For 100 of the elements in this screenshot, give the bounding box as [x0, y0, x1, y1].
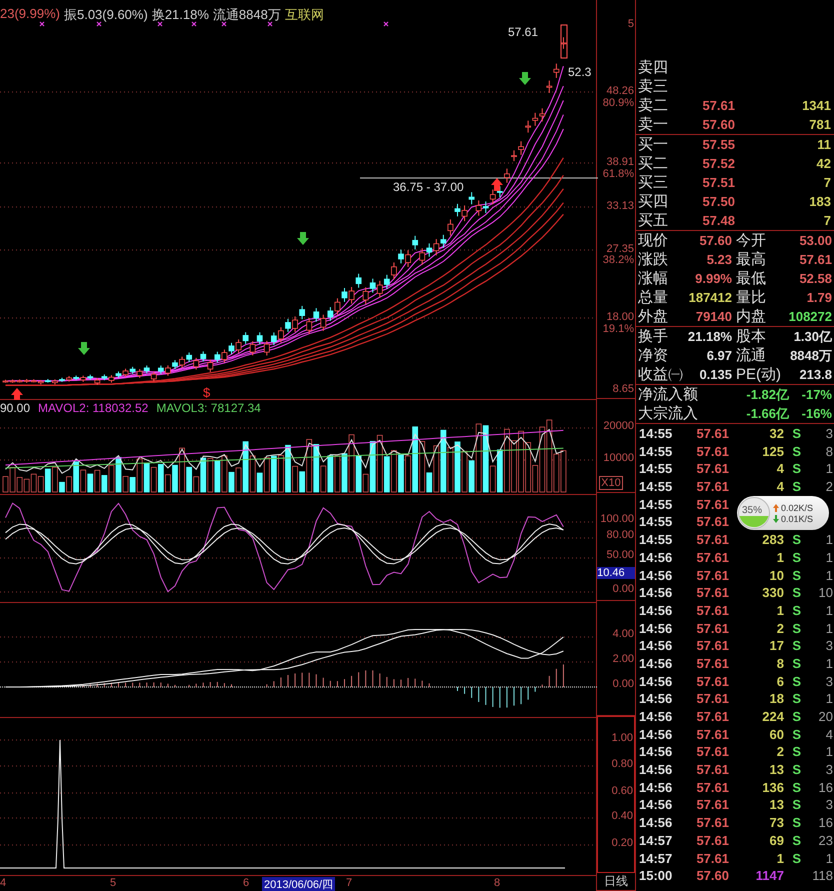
quote-value: 57.61	[799, 252, 832, 268]
tick-volume: 1147	[756, 868, 784, 884]
tick-volume: 224	[762, 709, 784, 725]
tick-time: 14:55	[639, 461, 672, 478]
fundamental-label: 净资	[638, 347, 668, 364]
bid-volume: 11	[817, 137, 831, 153]
price-axis-label: 8.65	[612, 383, 634, 396]
tick-time: 14:56	[639, 815, 672, 832]
tick-volume: 18	[770, 691, 784, 708]
macd-axis-label: 2.00	[612, 652, 634, 666]
download-rate: 0.01K/S	[781, 514, 814, 524]
bid-volume: 7	[824, 175, 831, 191]
tick-count: 1	[826, 620, 833, 637]
fundamental-value: 213.8	[799, 367, 832, 383]
tick-count: 1	[826, 744, 833, 760]
bid-level-label: 买四	[638, 193, 668, 210]
tick-price: 57.61	[696, 762, 729, 778]
quote-value: 1.79	[806, 290, 832, 306]
quote-value: 79140	[696, 309, 732, 325]
signal-axis-label: 0.20	[612, 836, 633, 850]
fundamental-value: 21.18%	[688, 329, 732, 345]
price-change-text: 23(9.99%)	[0, 6, 60, 23]
tick-count: 1	[826, 532, 833, 548]
cross-mark-icon	[96, 21, 102, 27]
tick-volume: 125	[762, 444, 784, 460]
tick-volume: 69	[770, 832, 784, 849]
quote-value: 9.99%	[695, 271, 732, 287]
tick-count: 4	[826, 726, 833, 743]
tick-price: 57.60	[696, 868, 729, 884]
ask-price: 57.61	[702, 98, 735, 114]
tick-volume: 4	[776, 461, 784, 478]
network-monitor-widget[interactable]: 35% 0.02K/S 0.01K/S	[737, 496, 829, 530]
tick-count: 3	[826, 674, 833, 690]
amplitude-text: 振5.03(9.60%)	[64, 6, 148, 24]
fundamental-label: 股本	[736, 328, 766, 345]
ask-level-label: 卖二	[638, 97, 668, 114]
flow-amount: -1.82亿	[746, 387, 789, 403]
load-gauge-icon	[738, 497, 770, 529]
x-axis-label: 8	[494, 877, 500, 889]
volume-axis-label: 10000	[603, 452, 634, 465]
ask-volume: 781	[809, 117, 831, 133]
tick-time: 14:56	[639, 674, 672, 690]
tick-volume: 73	[770, 815, 784, 832]
tick-volume: 1	[776, 602, 784, 619]
tick-volume: 4	[776, 479, 784, 496]
load-percent: 35%	[742, 505, 762, 516]
tick-volume: 2	[776, 744, 784, 760]
sector-text: 互联网	[284, 6, 324, 24]
period-label[interactable]: 日线	[604, 873, 628, 890]
tick-volume: 10	[770, 568, 784, 584]
signal-axis-label: 0.60	[612, 784, 633, 798]
tick-side: S	[792, 815, 801, 832]
tick-time: 14:55	[639, 426, 672, 442]
tick-side: S	[792, 585, 801, 602]
upload-arrow-icon	[773, 504, 779, 512]
tick-count: 2	[826, 479, 833, 496]
kdj-axis-label: 50.00	[606, 549, 634, 562]
tick-volume: 60	[770, 726, 784, 743]
download-arrow-icon	[773, 514, 779, 522]
bid-volume: 7	[824, 213, 831, 229]
ask-level-label: 卖四	[638, 59, 668, 76]
tick-volume: 136	[762, 780, 784, 796]
tick-volume: 8	[776, 656, 784, 672]
tick-volume: 2	[776, 620, 784, 637]
x-axis-label: 7	[346, 877, 352, 889]
high-price-label: 57.61	[508, 25, 538, 39]
flow-label: 净流入额	[638, 386, 698, 403]
tick-count: 3	[826, 797, 833, 814]
down-arrow-icon	[297, 232, 309, 245]
cross-mark-icon	[383, 21, 389, 27]
tick-price: 57.61	[696, 656, 729, 672]
tick-time: 14:55	[639, 514, 672, 530]
tick-count: 3	[826, 762, 833, 778]
tick-price: 57.61	[696, 674, 729, 690]
cursor-date-label: 2013/06/06/四	[262, 877, 336, 891]
flow-ratio: -17%	[802, 387, 832, 403]
macd-axis-label: 4.00	[612, 628, 634, 641]
kdj-axis-label: 0.00	[612, 583, 634, 596]
quote-label: 最低	[736, 270, 766, 287]
tick-price: 57.61	[696, 514, 729, 530]
volume-average-label: MAVOL2: 118032.52	[38, 401, 148, 415]
tick-side: S	[792, 780, 801, 796]
fundamental-label: 收益㈠	[638, 366, 683, 383]
tick-volume: 1	[776, 550, 784, 566]
quote-label: 最高	[736, 251, 766, 268]
cursor-value-label: 10.46	[597, 567, 635, 580]
volume-axis-label: 20000	[603, 420, 634, 433]
flow-label: 大宗流入	[638, 405, 698, 422]
quote-value: 52.58	[799, 271, 832, 287]
cross-mark-icon	[157, 21, 163, 27]
signal-axis-label: 1.00	[612, 732, 633, 745]
tick-price: 57.61	[696, 479, 729, 496]
price-axis-label: 18.00	[606, 311, 634, 324]
quote-label: 外盘	[638, 308, 668, 325]
ask-level-label: 卖一	[638, 116, 668, 133]
tick-count: 3	[826, 638, 833, 654]
tick-side: S	[792, 797, 801, 814]
cross-mark-icon	[221, 21, 227, 27]
ask-price: 57.60	[702, 117, 735, 133]
tick-count: 3	[826, 426, 833, 442]
